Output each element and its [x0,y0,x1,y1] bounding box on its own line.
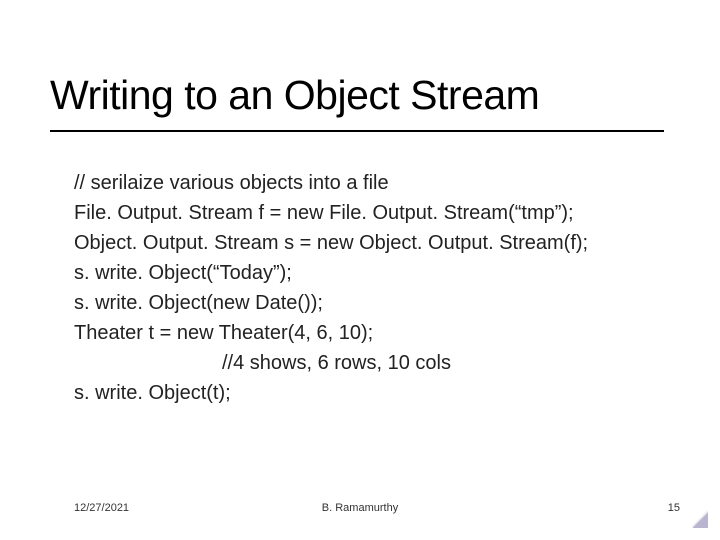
code-line: s. write. Object(new Date()); [74,288,674,318]
page-curl-icon [686,506,708,528]
footer-author: B. Ramamurthy [0,502,720,514]
code-line: Theater t = new Theater(4, 6, 10); [74,318,674,348]
code-line: // serilaize various objects into a file [74,168,674,198]
code-block: // serilaize various objects into a file… [74,168,674,408]
code-line: //4 shows, 6 rows, 10 cols [74,348,674,378]
slide: Writing to an Object Stream // serilaize… [0,0,720,540]
footer-page-number: 15 [668,502,680,514]
code-line: Object. Output. Stream s = new Object. O… [74,228,674,258]
code-line: s. write. Object(“Today”); [74,258,674,288]
title-underline [50,130,664,132]
slide-title: Writing to an Object Stream [50,72,539,119]
code-line: s. write. Object(t); [74,378,674,408]
code-line: File. Output. Stream f = new File. Outpu… [74,198,674,228]
